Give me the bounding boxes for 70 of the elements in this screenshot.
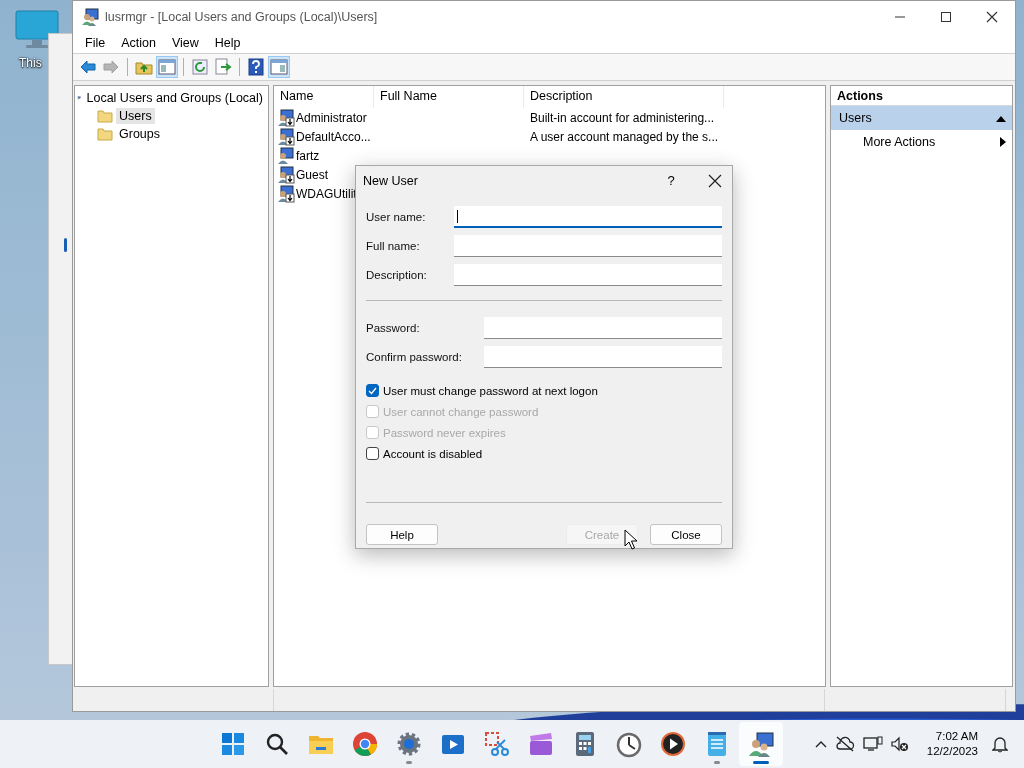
column-header[interactable]: Description (524, 86, 724, 108)
back-arrow-icon[interactable] (79, 58, 97, 76)
action-link[interactable]: More Actions (863, 135, 936, 149)
column-header[interactable]: Full Name (374, 86, 524, 108)
submenu-arrow-icon (1000, 137, 1006, 147)
checkbox-label: User cannot change password (383, 405, 539, 418)
browser-icon[interactable] (351, 730, 379, 758)
desktop-icon-label: This (18, 56, 42, 70)
column-header[interactable]: Name (274, 86, 374, 108)
speaker-muted-icon[interactable] (890, 736, 909, 752)
checkbox-label: User must change password at next logon (383, 384, 598, 397)
menu-item[interactable]: Action (113, 35, 164, 50)
window-title: lusrmgr - [Local Users and Groups (Local)\Users] (105, 9, 379, 24)
field-label: User name: (366, 211, 427, 223)
help-button[interactable]: ? (656, 173, 686, 188)
collapse-triangle-icon (996, 114, 1006, 122)
bell-icon[interactable] (992, 735, 1008, 753)
menu-item[interactable]: File (77, 35, 114, 50)
checkbox[interactable] (366, 384, 379, 397)
running-indicator (714, 761, 720, 764)
help-icon[interactable] (247, 58, 265, 76)
tree-item[interactable]: Users (116, 108, 155, 124)
menu-item[interactable]: View (163, 35, 207, 50)
tree-item[interactable]: Groups (116, 126, 163, 142)
start-icon[interactable] (219, 730, 247, 758)
clock-icon[interactable] (615, 730, 643, 758)
export-icon[interactable] (214, 58, 232, 76)
mouse-cursor-icon (624, 529, 638, 551)
tree-item[interactable]: Local Users and Groups (Local) (83, 90, 266, 106)
dialog-button[interactable]: Help (366, 524, 438, 545)
chevron-up-icon[interactable] (814, 740, 827, 748)
field-label: Full name: (366, 240, 421, 252)
actions-section-header[interactable]: Users (831, 106, 1012, 130)
pane-toggle-icon[interactable] (270, 58, 288, 76)
pane-toggle-icon[interactable] (158, 58, 176, 76)
field-label: Description: (366, 269, 428, 281)
play-icon[interactable] (659, 730, 687, 758)
folder-icon (97, 109, 113, 123)
input-field[interactable] (454, 235, 722, 257)
user-name[interactable]: fartz (296, 148, 320, 163)
input-field[interactable] (484, 317, 722, 339)
refresh-icon[interactable] (191, 58, 209, 76)
monitor-icon[interactable] (14, 10, 60, 50)
input-field[interactable] (454, 264, 722, 286)
dialog-title: New User (363, 173, 419, 188)
user-description: A user account managed by the s... (529, 129, 720, 144)
checkbox-label: Password never expires (383, 426, 506, 439)
user-description: Built-in account for administering... (529, 110, 716, 125)
clock-date[interactable]: 12/2/2023 (926, 744, 978, 759)
field-label: Confirm password: (366, 351, 463, 363)
menu-item[interactable]: Help (206, 35, 249, 50)
taskbar-button[interactable] (739, 722, 783, 766)
active-indicator (753, 761, 769, 764)
input-field[interactable] (454, 206, 722, 228)
folder-icon (97, 127, 113, 141)
checkbox-label: Account is disabled (383, 447, 483, 460)
scissors-icon[interactable] (483, 730, 511, 758)
gear-icon[interactable] (395, 730, 423, 758)
input-field[interactable] (484, 346, 722, 368)
checkbox[interactable] (366, 447, 379, 460)
maximize-icon[interactable] (940, 10, 952, 23)
clock-time[interactable]: 7:02 AM (935, 729, 978, 744)
clapperboard-icon[interactable] (527, 730, 555, 758)
field-label: Password: (366, 322, 421, 334)
cloud-off-icon[interactable] (834, 736, 855, 752)
close-icon[interactable] (986, 10, 998, 23)
network-icon[interactable] (862, 736, 883, 752)
close-icon[interactable] (708, 173, 722, 188)
dialog-button[interactable]: Close (650, 524, 722, 545)
running-indicator (406, 761, 412, 764)
